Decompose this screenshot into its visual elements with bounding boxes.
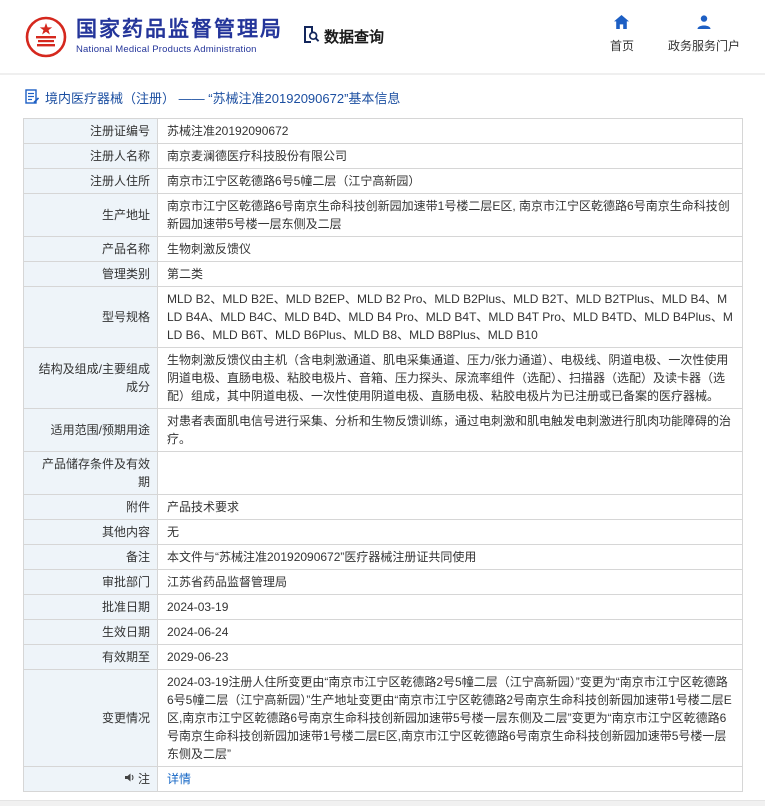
field-value-note: 详情 — [158, 767, 743, 792]
table-row: 注 详情 — [24, 767, 743, 792]
table-row: 注册证编号苏械注准20192090672 — [24, 119, 743, 144]
field-value: 南京麦澜德医疗科技股份有限公司 — [158, 144, 743, 169]
field-label: 产品储存条件及有效期 — [24, 452, 158, 495]
field-value: 2024-03-19 — [158, 595, 743, 620]
table-row: 生产地址南京市江宁区乾德路6号南京生命科技创新园加速带1号楼二层E区, 南京市江… — [24, 194, 743, 237]
table-row: 结构及组成/主要组成成分生物刺激反馈仪由主机（含电刺激通道、肌电采集通道、压力/… — [24, 348, 743, 409]
field-value — [158, 452, 743, 495]
footer-strip — [0, 800, 765, 806]
field-label: 附件 — [24, 495, 158, 520]
field-value: 对患者表面肌电信号进行采集、分析和生物反馈训练，通过电刺激和肌电触发电刺激进行肌… — [158, 409, 743, 452]
nav-home-label: 首页 — [610, 37, 634, 54]
field-label: 备注 — [24, 545, 158, 570]
field-label: 注册人名称 — [24, 144, 158, 169]
field-label: 注 — [138, 770, 150, 788]
table-row: 备注本文件与“苏械注准20192090672”医疗器械注册证共同使用 — [24, 545, 743, 570]
nav-portal-label: 政务服务门户 — [668, 37, 740, 54]
data-query-icon — [301, 25, 320, 48]
table-row: 附件产品技术要求 — [24, 495, 743, 520]
table-row: 生效日期2024-06-24 — [24, 620, 743, 645]
field-label: 管理类别 — [24, 262, 158, 287]
agency-name-en: National Medical Products Administration — [76, 44, 283, 55]
field-label: 产品名称 — [24, 237, 158, 262]
table-row: 审批部门江苏省药品监督管理局 — [24, 570, 743, 595]
field-value: 南京市江宁区乾德路6号南京生命科技创新园加速带1号楼二层E区, 南京市江宁区乾德… — [158, 194, 743, 237]
agency-name-cn: 国家药品监督管理局 — [76, 18, 283, 41]
table-row: 注册人名称南京麦澜德医疗科技股份有限公司 — [24, 144, 743, 169]
field-label: 注册证编号 — [24, 119, 158, 144]
table-row: 产品储存条件及有效期 — [24, 452, 743, 495]
field-label: 型号规格 — [24, 287, 158, 348]
document-icon — [25, 89, 39, 107]
table-row: 管理类别第二类 — [24, 262, 743, 287]
table-row: 变更情况2024-03-19注册人住所变更由“南京市江宁区乾德路2号5幢二层（江… — [24, 670, 743, 767]
field-value: 2024-06-24 — [158, 620, 743, 645]
field-value: 第二类 — [158, 262, 743, 287]
field-label: 批准日期 — [24, 595, 158, 620]
field-value: 2024-03-19注册人住所变更由“南京市江宁区乾德路2号5幢二层（江宁高新园… — [158, 670, 743, 767]
registration-info-table: 注册证编号苏械注准20192090672 注册人名称南京麦澜德医疗科技股份有限公… — [23, 118, 743, 792]
field-label: 审批部门 — [24, 570, 158, 595]
field-value: 南京市江宁区乾德路6号5幢二层（江宁高新园） — [158, 169, 743, 194]
nav-data-query[interactable]: 数据查询 — [301, 25, 384, 48]
field-value: 无 — [158, 520, 743, 545]
field-label: 其他内容 — [24, 520, 158, 545]
field-value: 江苏省药品监督管理局 — [158, 570, 743, 595]
nav-portal[interactable]: 政务服务门户 — [668, 14, 740, 54]
table-row: 型号规格MLD B2、MLD B2E、MLD B2EP、MLD B2 Pro、M… — [24, 287, 743, 348]
field-value: MLD B2、MLD B2E、MLD B2EP、MLD B2 Pro、MLD B… — [158, 287, 743, 348]
table-row: 其他内容无 — [24, 520, 743, 545]
data-query-label: 数据查询 — [324, 26, 384, 47]
speaker-icon — [124, 770, 135, 788]
user-icon — [696, 14, 712, 33]
home-icon — [613, 14, 630, 33]
table-row: 产品名称生物刺激反馈仪 — [24, 237, 743, 262]
table-row: 适用范围/预期用途对患者表面肌电信号进行采集、分析和生物反馈训练，通过电刺激和肌… — [24, 409, 743, 452]
field-value: 产品技术要求 — [158, 495, 743, 520]
field-label-note: 注 — [24, 767, 158, 792]
breadcrumb: 境内医疗器械（注册） —— “苏械注准20192090672”基本信息 — [0, 75, 765, 116]
field-value: 生物刺激反馈仪 — [158, 237, 743, 262]
national-emblem-icon — [25, 15, 67, 59]
field-label: 生产地址 — [24, 194, 158, 237]
nmpa-logo[interactable]: 国家药品监督管理局 National Medical Products Admi… — [25, 15, 283, 59]
breadcrumb-text: 境内医疗器械（注册） —— “苏械注准20192090672”基本信息 — [45, 88, 400, 107]
agency-title-block: 国家药品监督管理局 National Medical Products Admi… — [76, 18, 283, 55]
field-label: 有效期至 — [24, 645, 158, 670]
nav-home[interactable]: 首页 — [610, 14, 634, 54]
table-row: 注册人住所南京市江宁区乾德路6号5幢二层（江宁高新园） — [24, 169, 743, 194]
top-nav: 首页 政务服务门户 — [610, 14, 740, 54]
field-label: 结构及组成/主要组成成分 — [24, 348, 158, 409]
site-header: 国家药品监督管理局 National Medical Products Admi… — [0, 0, 765, 75]
field-value: 苏械注准20192090672 — [158, 119, 743, 144]
field-value: 2029-06-23 — [158, 645, 743, 670]
field-label: 变更情况 — [24, 670, 158, 767]
field-label: 适用范围/预期用途 — [24, 409, 158, 452]
field-value: 生物刺激反馈仪由主机（含电刺激通道、肌电采集通道、压力/张力通道）、电极线、阴道… — [158, 348, 743, 409]
detail-link[interactable]: 详情 — [167, 772, 191, 786]
field-label: 注册人住所 — [24, 169, 158, 194]
table-row: 有效期至2029-06-23 — [24, 645, 743, 670]
field-value: 本文件与“苏械注准20192090672”医疗器械注册证共同使用 — [158, 545, 743, 570]
table-row: 批准日期2024-03-19 — [24, 595, 743, 620]
field-label: 生效日期 — [24, 620, 158, 645]
